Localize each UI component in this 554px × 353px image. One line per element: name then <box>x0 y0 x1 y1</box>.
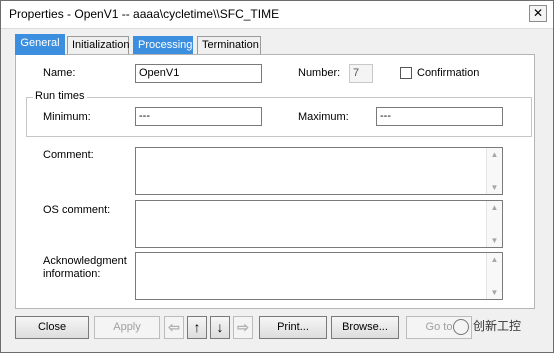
comment-scrollbar[interactable]: ▲ ▼ <box>486 148 502 194</box>
name-field[interactable]: OpenV1 <box>135 64 262 83</box>
os-comment-scrollbar[interactable]: ▲ ▼ <box>486 201 502 247</box>
properties-dialog: Properties - OpenV1 -- aaaa\cycletime\\S… <box>0 0 554 353</box>
os-comment-textarea[interactable]: ▲ ▼ <box>135 200 503 248</box>
maximum-field[interactable]: --- <box>376 107 503 126</box>
ack-label-line1: Acknowledgment <box>43 255 127 267</box>
scroll-down-icon[interactable]: ▼ <box>487 183 502 192</box>
confirmation-label: Confirmation <box>417 67 480 79</box>
scroll-up-icon[interactable]: ▲ <box>487 203 502 212</box>
scroll-up-icon[interactable]: ▲ <box>487 150 502 159</box>
acknowledgment-textarea[interactable]: ▲ ▼ <box>135 252 503 300</box>
acknowledgment-scrollbar[interactable]: ▲ ▼ <box>486 253 502 299</box>
number-field: 7 <box>349 64 373 83</box>
window-title: Properties - OpenV1 -- aaaa\cycletime\\S… <box>9 7 280 21</box>
tab-processing[interactable]: Processing <box>133 36 193 55</box>
number-label: Number: <box>298 67 341 79</box>
comment-textarea[interactable]: ▲ ▼ <box>135 147 503 195</box>
title-bar: Properties - OpenV1 -- aaaa\cycletime\\S… <box>1 1 553 29</box>
os-comment-label: OS comment: <box>43 204 111 216</box>
browse-button[interactable]: Browse... <box>331 316 399 339</box>
tab-initialization[interactable]: Initialization <box>67 36 129 55</box>
ack-label-line2: information: <box>43 268 101 280</box>
minimum-field[interactable]: --- <box>135 107 262 126</box>
arrow-down-icon[interactable]: ↓ <box>210 316 230 339</box>
general-panel: Name: OpenV1 Number: 7 Confirmation Run … <box>15 54 535 309</box>
arrow-left-icon[interactable]: ⇦ <box>164 316 184 339</box>
arrow-right-icon[interactable]: ⇨ <box>233 316 253 339</box>
close-button[interactable]: Close <box>15 316 89 339</box>
scroll-down-icon[interactable]: ▼ <box>487 288 502 297</box>
tab-general[interactable]: General <box>15 34 65 55</box>
apply-button[interactable]: Apply <box>94 316 160 339</box>
confirmation-checkbox[interactable] <box>400 67 412 79</box>
scroll-down-icon[interactable]: ▼ <box>487 236 502 245</box>
arrow-up-icon[interactable]: ↑ <box>187 316 207 339</box>
name-label: Name: <box>43 67 76 79</box>
print-button[interactable]: Print... <box>259 316 327 339</box>
tab-termination[interactable]: Termination <box>197 36 261 55</box>
run-times-title: Run times <box>33 90 87 102</box>
watermark-logo-icon <box>453 318 469 335</box>
comment-label: Comment: <box>43 149 94 161</box>
close-window-button[interactable]: ✕ <box>529 5 547 22</box>
watermark-text: 创新工控 <box>473 319 522 333</box>
scroll-up-icon[interactable]: ▲ <box>487 255 502 264</box>
maximum-label: Maximum: <box>298 111 349 123</box>
watermark: 创新工控 <box>453 317 521 335</box>
minimum-label: Minimum: <box>43 111 91 123</box>
